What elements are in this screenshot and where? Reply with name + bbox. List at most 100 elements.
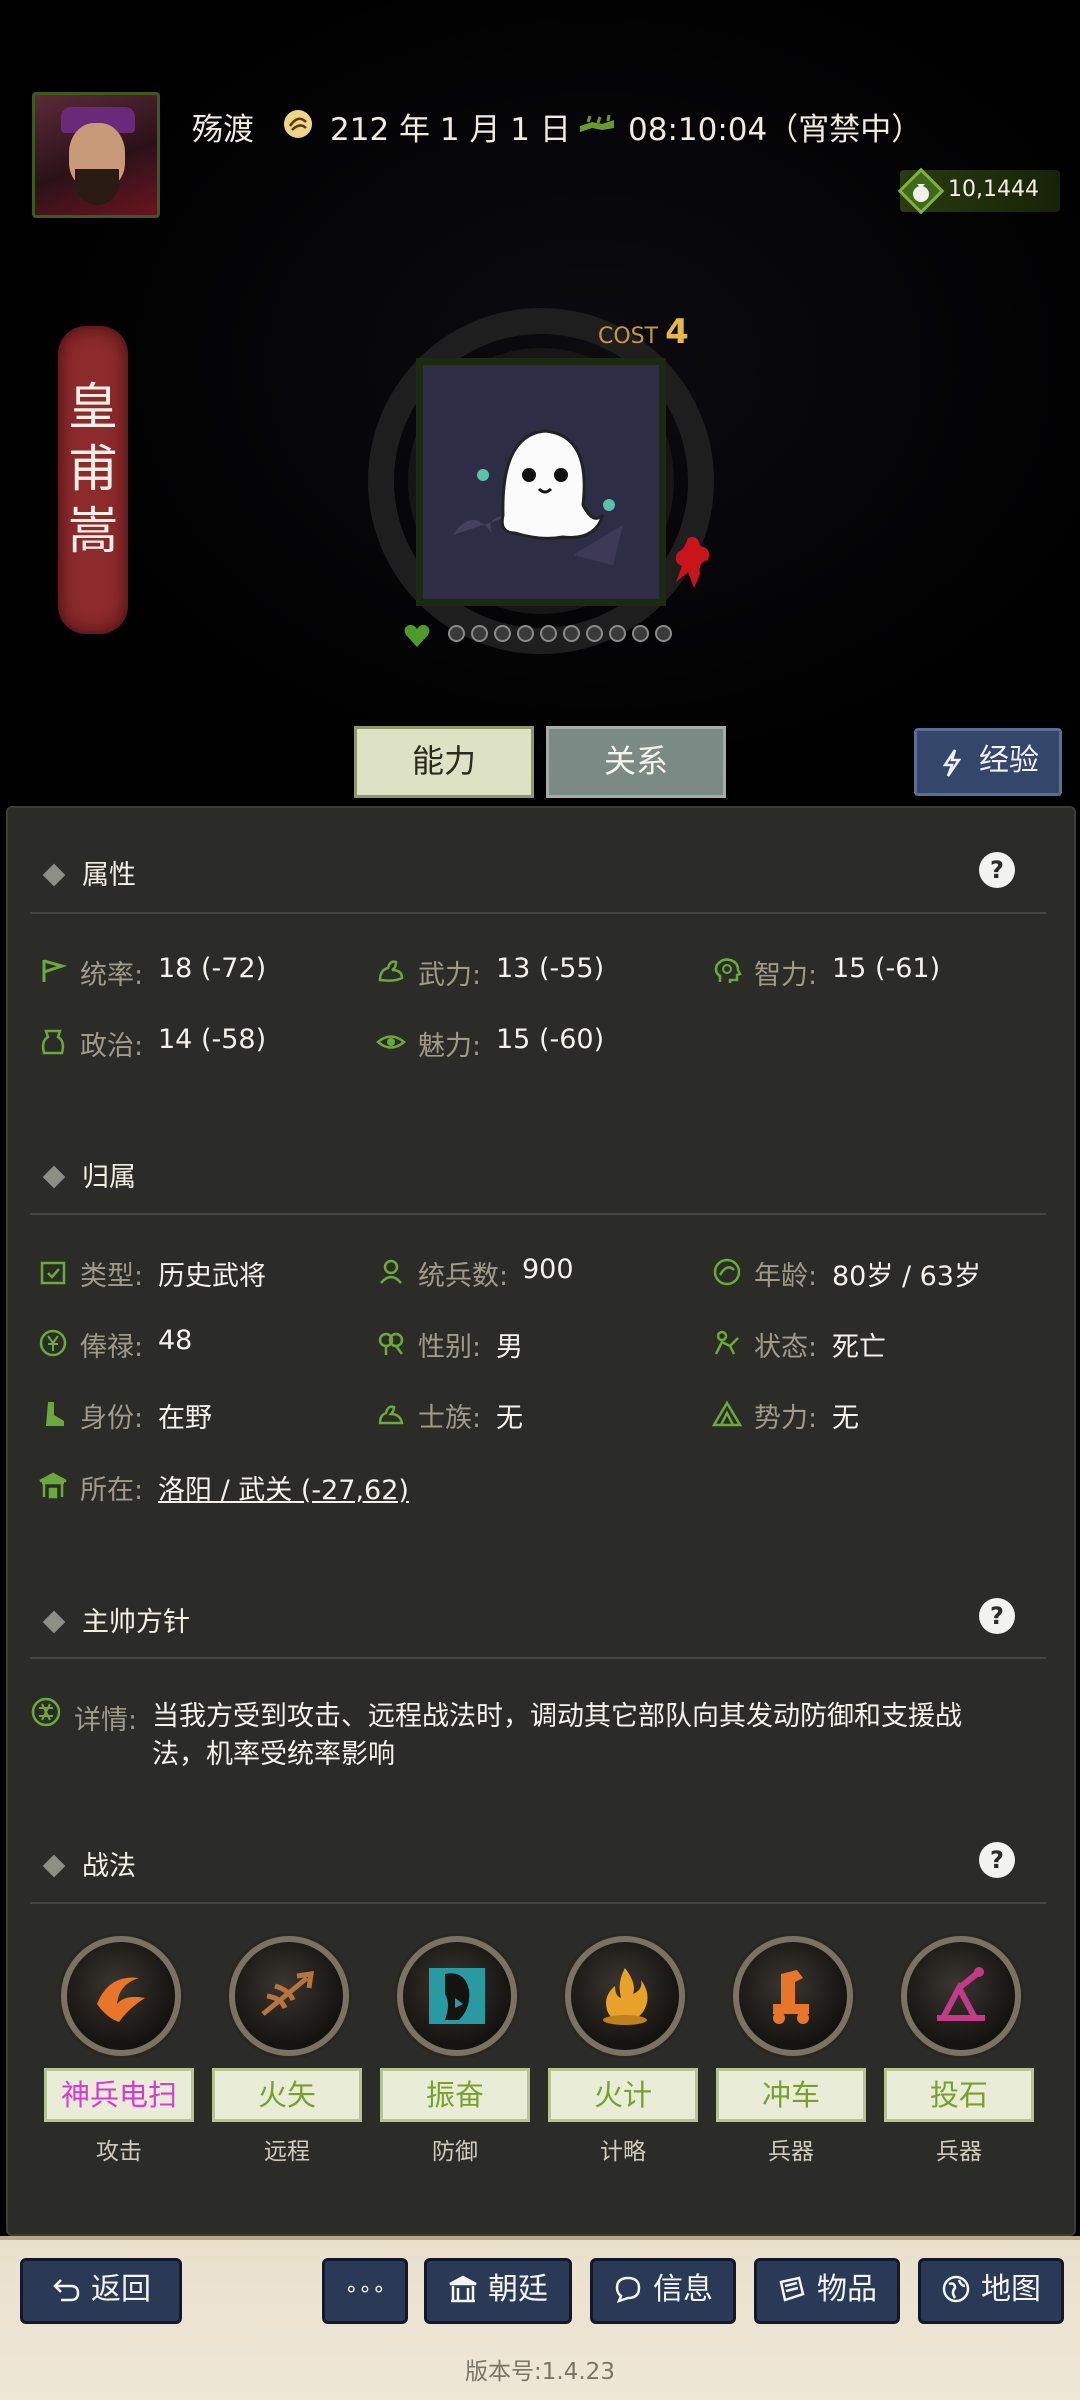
- gender-icon: [378, 1332, 404, 1355]
- divider: [30, 1902, 1046, 1904]
- tab-ability[interactable]: 能力: [354, 726, 534, 798]
- tactic-name: 火计: [548, 2068, 698, 2122]
- game-date: 212 年 1 月 1 日: [330, 112, 571, 148]
- brain-icon: [714, 958, 742, 983]
- cost-indicator: COST 4: [598, 312, 689, 352]
- tactic-name: 冲车: [716, 2068, 866, 2122]
- lightning-icon: [942, 749, 962, 777]
- diamond-bullet-icon: [42, 1165, 66, 1188]
- rank-dot: [448, 625, 465, 642]
- general-name-char-1: 皇: [68, 378, 118, 436]
- game-time: 08:10:04（宵禁中）: [628, 112, 923, 148]
- tactic-type: 兵器: [936, 2139, 982, 2165]
- back-button[interactable]: 返回: [20, 2258, 182, 2324]
- tactic-item[interactable]: 冲车 兵器: [716, 1936, 866, 2165]
- bag-icon: [41, 1029, 65, 1055]
- tactic-type: 防御: [432, 2139, 478, 2165]
- rank-dot: [540, 625, 557, 642]
- palace-icon: [449, 2275, 477, 2302]
- calendar-check-icon: [40, 1261, 66, 1285]
- exp-button-label: 经验: [979, 743, 1039, 778]
- chat-bubble-icon: [615, 2276, 641, 2303]
- diamond-bullet-icon: [42, 1610, 66, 1633]
- money-bag-icon: [897, 167, 945, 215]
- policy-help-button[interactable]: ?: [979, 1598, 1015, 1634]
- roar-icon: [429, 1968, 485, 2024]
- soldier-icon: [380, 1259, 402, 1284]
- tactic-type: 兵器: [768, 2139, 814, 2165]
- flag-icon: [42, 959, 68, 982]
- loyalty-heart-icon: [404, 624, 430, 647]
- tactic-item[interactable]: 投石 兵器: [884, 1936, 1034, 2165]
- status-figure-icon: [714, 1330, 739, 1355]
- globe-icon: [942, 2275, 970, 2302]
- tactic-name: 神兵电扫: [44, 2068, 194, 2122]
- tactic-name: 火矢: [212, 2068, 362, 2122]
- general-name-char-3: 嵩: [68, 502, 118, 560]
- tactic-item[interactable]: 火计 计略: [548, 1936, 698, 2165]
- more-button[interactable]: ∘∘∘: [322, 2258, 408, 2324]
- bottom-nav-bar: 返回 ∘∘∘ 朝廷 信息 物品 地图 版本号:1.4.23: [0, 2236, 1080, 2400]
- player-avatar[interactable]: [32, 92, 160, 218]
- flame-icon: [603, 1968, 648, 2025]
- tactic-item[interactable]: 振奋 防御: [380, 1936, 530, 2165]
- arm-icon: [378, 960, 404, 982]
- rank-dot: [586, 625, 603, 642]
- rank-dot: [563, 625, 580, 642]
- money-value: 10,1444: [948, 177, 1039, 202]
- diamond-bullet-icon: [42, 863, 66, 886]
- tab-relation[interactable]: 关系: [546, 726, 726, 798]
- fire-arrow-icon: [261, 1971, 314, 2016]
- seal-icon: [31, 1697, 61, 1727]
- attributes-help-button[interactable]: ?: [979, 852, 1015, 888]
- cost-label: COST: [598, 324, 659, 349]
- yen-coin-icon: [39, 1329, 67, 1357]
- version-label: 版本号:1.4.23: [465, 2359, 615, 2385]
- tactic-type: 计略: [600, 2139, 646, 2165]
- tactic-item[interactable]: 神兵电扫 攻击: [44, 1936, 194, 2165]
- items-button[interactable]: 物品: [754, 2258, 900, 2324]
- eye-icon: [376, 1035, 406, 1049]
- divider: [30, 1657, 1046, 1659]
- lightning-sweep-icon: [97, 1977, 145, 2022]
- city-gate-icon: [39, 1472, 67, 1499]
- divider: [30, 912, 1046, 914]
- boot-icon: [46, 1402, 64, 1426]
- cost-value: 4: [665, 312, 689, 352]
- season-icon: [713, 1258, 741, 1286]
- death-blood-icon: [675, 537, 709, 588]
- affiliation-section-title: 归属: [30, 1155, 136, 1194]
- general-portrait[interactable]: [416, 358, 666, 606]
- exp-button[interactable]: 经验: [914, 728, 1062, 796]
- rank-dot: [632, 625, 649, 642]
- attributes-section-title: 属性: [30, 853, 136, 892]
- ghost-icon: [423, 365, 659, 599]
- tactic-name: 振奋: [380, 2068, 530, 2122]
- rank-dot: [517, 625, 534, 642]
- rank-dot: [471, 625, 488, 642]
- back-arrow-icon: [53, 2278, 80, 2301]
- mountain-icon: [712, 1400, 742, 1427]
- scroll-icon: [779, 2276, 805, 2302]
- tactic-item[interactable]: 火矢 远程: [212, 1936, 362, 2165]
- tactic-name: 投石: [884, 2068, 1034, 2122]
- catapult-icon: [937, 1967, 985, 2021]
- tactic-type: 攻击: [96, 2139, 142, 2165]
- divider: [30, 1213, 1046, 1215]
- rank-dot: [609, 625, 626, 642]
- policy-detail-text: 当我方受到攻击、远程战法时，调动其它部队向其发动防御和支援战法，机率受统率影响: [152, 1701, 962, 1770]
- info-button[interactable]: 信息: [590, 2258, 736, 2324]
- curfew-lantern-icon: [580, 114, 614, 132]
- location-link[interactable]: 洛阳 / 武关 (-27,62): [158, 1468, 409, 1507]
- map-button[interactable]: 地图: [918, 2258, 1064, 2324]
- rank-dot: [494, 625, 511, 642]
- court-button[interactable]: 朝廷: [424, 2258, 572, 2324]
- calendar-season-icon: [284, 110, 312, 138]
- general-name-banner: 皇 甫 嵩: [58, 326, 128, 634]
- player-name: 殇渡: [192, 112, 254, 148]
- general-name-char-2: 甫: [68, 440, 118, 498]
- diamond-bullet-icon: [42, 1854, 66, 1877]
- policy-detail-label: 详情:: [74, 1705, 138, 1736]
- tactics-help-button[interactable]: ?: [979, 1842, 1015, 1878]
- tactics-section-title: 战法: [30, 1844, 136, 1883]
